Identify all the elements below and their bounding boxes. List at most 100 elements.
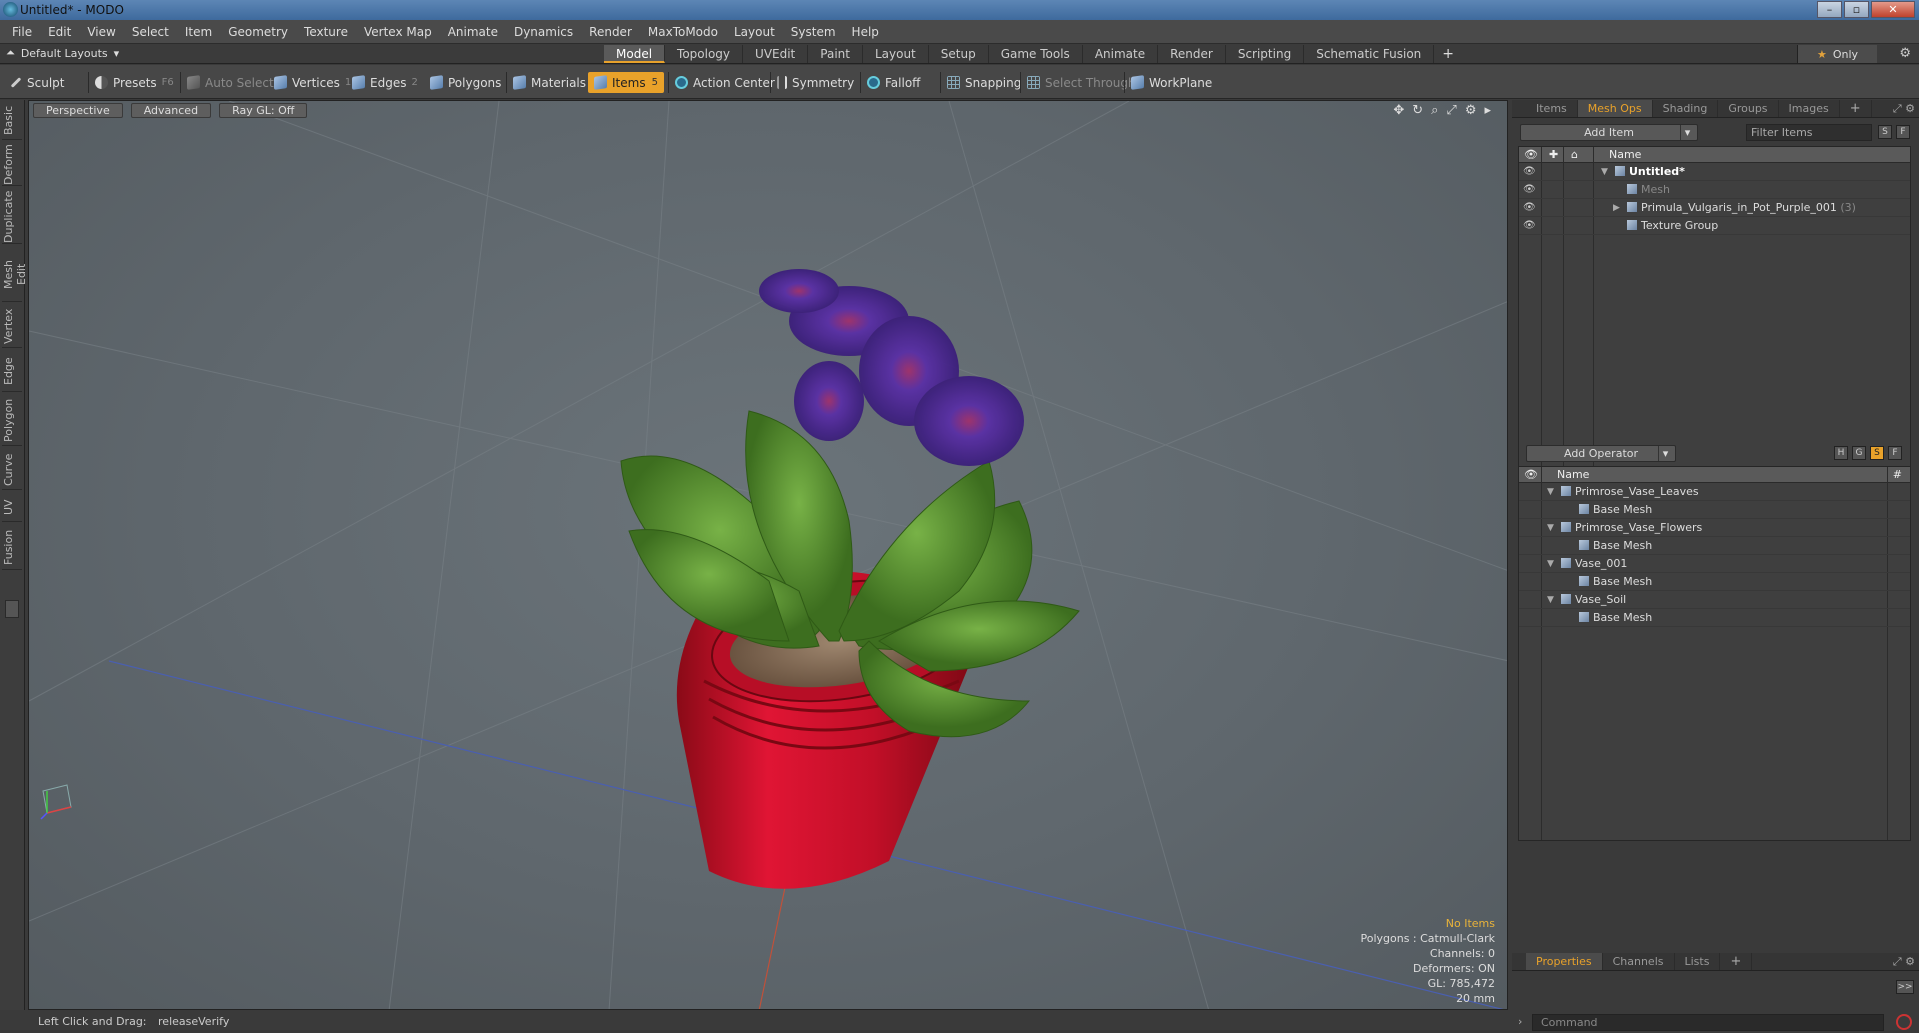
tab-images[interactable]: Images [1779, 100, 1840, 117]
expand-triangle-icon[interactable]: ▶ [1613, 199, 1620, 217]
menu-edit[interactable]: Edit [40, 25, 79, 39]
eye-icon[interactable]: 👁 [1523, 199, 1536, 217]
properties-expand-button[interactable]: >> [1896, 980, 1914, 994]
menu-view[interactable]: View [79, 25, 123, 39]
menu-vertex-map[interactable]: Vertex Map [356, 25, 440, 39]
tab-uvedit[interactable]: UVEdit [743, 45, 809, 63]
menu-help[interactable]: Help [844, 25, 887, 39]
command-stop-icon[interactable] [1896, 1014, 1912, 1030]
add-props-tab-button[interactable]: + [1720, 953, 1753, 970]
tab-channels[interactable]: Channels [1603, 953, 1675, 970]
sculpt-button[interactable]: Sculpt [4, 72, 70, 93]
op-row[interactable]: Base Mesh [1519, 609, 1910, 627]
close-button[interactable]: ✕ [1871, 1, 1915, 18]
menu-dynamics[interactable]: Dynamics [506, 25, 581, 39]
tree-row-mesh[interactable]: 👁 Mesh [1519, 181, 1910, 199]
3d-viewport[interactable]: Perspective Advanced Ray GL: Off ✥ ↻ ⌕ ⤢… [28, 100, 1508, 1010]
filter-items-input[interactable]: Filter Items [1746, 124, 1872, 141]
ops-name-column[interactable]: Name [1557, 468, 1589, 481]
menu-render[interactable]: Render [581, 25, 640, 39]
menu-select[interactable]: Select [124, 25, 177, 39]
tab-topology[interactable]: Topology [665, 45, 744, 63]
viewport-menu-arrow-icon[interactable]: ▸ [1484, 103, 1491, 118]
vtab-deform[interactable]: Deform [2, 144, 22, 186]
op-row[interactable]: ▼ Vase_001 [1519, 555, 1910, 573]
items-f-toggle[interactable]: F [1896, 125, 1910, 139]
gear-icon[interactable]: ⚙ [1899, 46, 1911, 61]
tree-row-texture-group[interactable]: 👁 Texture Group [1519, 217, 1910, 235]
workplane-button[interactable]: WorkPlane [1124, 72, 1218, 93]
menu-geometry[interactable]: Geometry [220, 25, 296, 39]
expand-triangle-icon[interactable]: ▼ [1547, 591, 1554, 609]
vtab-basic[interactable]: Basic [2, 102, 22, 140]
tab-properties[interactable]: Properties [1526, 953, 1603, 970]
add-tab-button[interactable]: + [1434, 45, 1462, 63]
tab-paint[interactable]: Paint [808, 45, 863, 63]
menu-item[interactable]: Item [177, 25, 220, 39]
tab-layout[interactable]: Layout [863, 45, 929, 63]
tab-items[interactable]: Items [1526, 100, 1578, 117]
action-center-button[interactable]: Action Center [668, 72, 781, 93]
add-panel-tab-button[interactable]: + [1840, 100, 1872, 117]
items-name-column[interactable]: Name [1609, 148, 1641, 161]
only-button[interactable]: ★ Only [1797, 45, 1877, 63]
ops-h-toggle[interactable]: H [1834, 446, 1848, 460]
items-s-toggle[interactable]: S [1878, 125, 1892, 139]
expand-triangle-icon[interactable]: ▼ [1547, 483, 1554, 501]
op-row[interactable]: Base Mesh [1519, 537, 1910, 555]
eye-icon[interactable]: 👁 [1523, 217, 1536, 235]
materials-button[interactable]: Materials [506, 72, 592, 93]
menu-texture[interactable]: Texture [296, 25, 356, 39]
vtab-edge[interactable]: Edge [2, 352, 22, 392]
expand-triangle-icon[interactable]: ▼ [1601, 163, 1608, 181]
tab-setup[interactable]: Setup [929, 45, 989, 63]
add-operator-button[interactable]: Add Operator ▾ [1526, 445, 1676, 462]
maximize-button[interactable]: ▫ [1844, 1, 1869, 18]
vertices-button[interactable]: Vertices 1 [268, 72, 357, 93]
zoom-view-icon[interactable]: ⌕ [1431, 103, 1438, 118]
op-row[interactable]: ▼ Vase_Soil [1519, 591, 1910, 609]
items-button[interactable]: Items 5 [588, 72, 664, 93]
tab-scripting[interactable]: Scripting [1226, 45, 1305, 63]
menu-system[interactable]: System [783, 25, 844, 39]
vtab-uv[interactable]: UV [2, 494, 22, 522]
menu-animate[interactable]: Animate [440, 25, 506, 39]
vtab-vertex[interactable]: Vertex [2, 306, 22, 348]
tab-game-tools[interactable]: Game Tools [989, 45, 1083, 63]
viewport-gear-icon[interactable]: ⚙ [1465, 103, 1477, 118]
tab-model[interactable]: Model [604, 45, 666, 63]
maximize-view-icon[interactable]: ⤢ [1446, 103, 1456, 118]
polygons-button[interactable]: Polygons [424, 72, 507, 93]
tree-row-primula[interactable]: 👁 ▶ Primula_Vulgaris_in_Pot_Purple_001 (… [1519, 199, 1910, 217]
op-row[interactable]: Base Mesh [1519, 573, 1910, 591]
vtab-polygon[interactable]: Polygon [2, 396, 22, 446]
tab-lists[interactable]: Lists [1675, 953, 1721, 970]
edges-button[interactable]: Edges 2 [346, 72, 424, 93]
falloff-button[interactable]: Falloff [860, 72, 926, 93]
expand-triangle-icon[interactable]: ▼ [1547, 555, 1554, 573]
expand-triangle-icon[interactable]: ▼ [1547, 519, 1554, 537]
vtab-fusion[interactable]: Fusion [2, 526, 22, 570]
props-expand-icon[interactable]: ⤢ ⚙ [1893, 955, 1915, 969]
op-row[interactable]: ▼ Primrose_Vase_Leaves [1519, 483, 1910, 501]
raygl-toggle[interactable]: Ray GL: Off [219, 103, 308, 118]
menu-layout[interactable]: Layout [726, 25, 783, 39]
ops-f-toggle[interactable]: F [1888, 446, 1902, 460]
ops-s-toggle[interactable]: S [1870, 446, 1884, 460]
ops-g-toggle[interactable]: G [1852, 446, 1866, 460]
panel-expand-icon[interactable]: ⤢ ⚙ [1893, 102, 1915, 116]
tree-row-scene[interactable]: 👁 ▼ Untitled* [1519, 163, 1910, 181]
command-input[interactable]: Command [1532, 1014, 1884, 1031]
tab-groups[interactable]: Groups [1718, 100, 1779, 117]
left-panel-toggle[interactable] [5, 600, 19, 618]
eye-icon[interactable]: 👁 [1523, 163, 1536, 181]
rotate-view-icon[interactable]: ↻ [1412, 103, 1423, 118]
add-item-button[interactable]: Add Item ▾ [1520, 124, 1698, 141]
menu-file[interactable]: File [4, 25, 40, 39]
move-view-icon[interactable]: ✥ [1393, 103, 1404, 118]
vtab-curve[interactable]: Curve [2, 450, 22, 490]
snapping-button[interactable]: Snapping [940, 72, 1027, 93]
presets-button[interactable]: Presets F6 [88, 72, 180, 93]
auto-select-button[interactable]: Auto Select [180, 72, 280, 93]
op-row[interactable]: ▼ Primrose_Vase_Flowers [1519, 519, 1910, 537]
